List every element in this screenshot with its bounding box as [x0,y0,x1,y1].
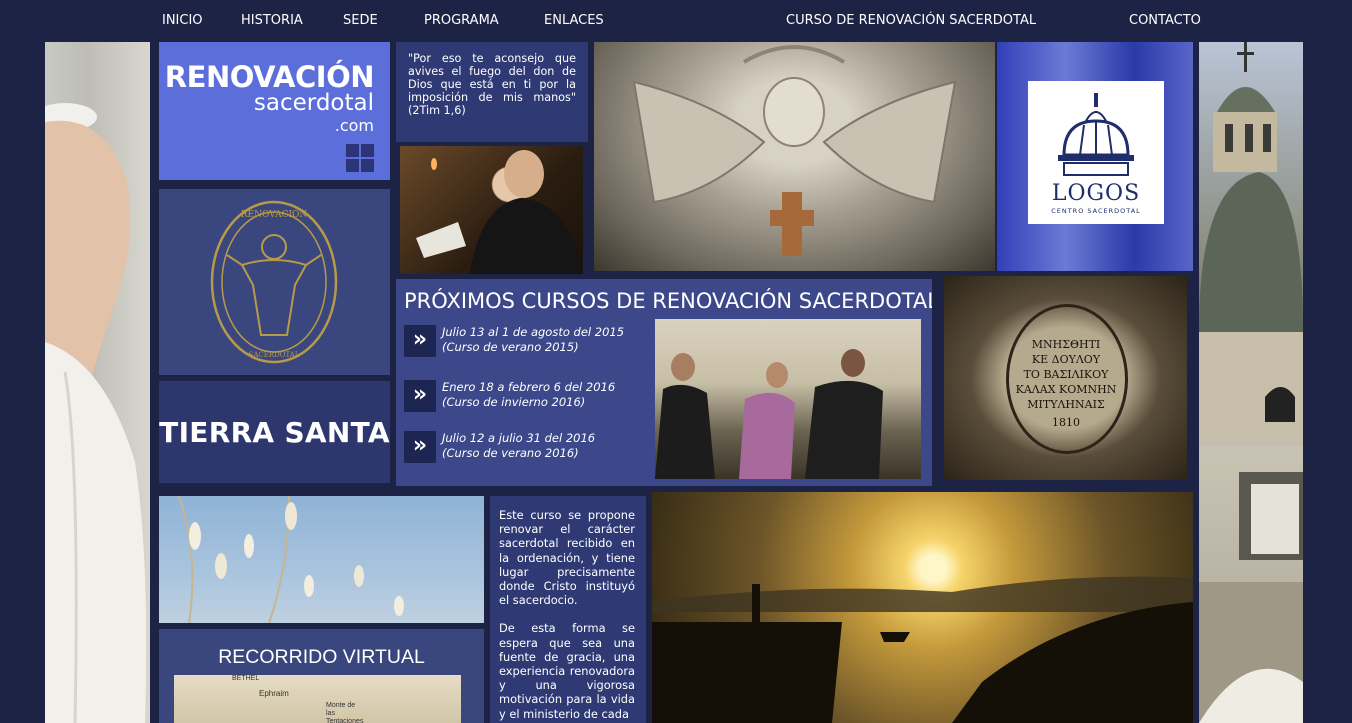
windows-grid-icon [346,144,374,172]
nav-enlaces[interactable]: ENLACES [544,13,604,28]
course-date: Julio 13 al 1 de agosto del 2015 [442,325,625,339]
nav-sede[interactable]: SEDE [343,13,378,28]
inscription-line: ΜΝΗΣΘΗΤΙ [1032,338,1101,351]
chevron-right-icon: » [404,431,436,463]
map-thumbnail[interactable]: BETHEL Ephraim Monte de las Tentaciones [174,675,461,723]
brand-line-2: sacerdotal [253,90,374,116]
course-date: Enero 18 a febrero 6 del 2016 [442,380,616,394]
inscription-line: ΚΕ ΔΟΥΛΟΥ [1032,353,1101,366]
course-note: (Curso de invierno 2016) [442,395,586,409]
cathedral-dome-photo [1199,42,1303,723]
logos-name: LOGOS [1051,181,1141,206]
tierra-santa-tile[interactable]: TIERRA SANTA [159,381,390,483]
pilgrims-at-wall-photo [655,319,921,479]
inscription-line: ΜΙΤΥΛΗΝΑΙΣ [1027,398,1105,411]
inscription-line: 1810 [1052,416,1080,429]
seal-emblem: RENOVACIÓN SACERDOTAL [210,200,338,364]
nav-curso-renovacion[interactable]: CURSO DE RENOVACIÓN SACERDOTAL [786,13,1036,28]
courses-title: PRÓXIMOS CURSOS DE RENOVACIÓN SACERDOTAL… [404,289,932,313]
map-label: Ephraim [259,689,289,698]
map-label: Monte de las Tentaciones [326,702,364,723]
logos-centro-sacerdotal-tile[interactable]: LOGOS CENTRO SACERDOTAL [997,42,1193,271]
top-navigation: INICIO HISTORIA SEDE PROGRAMA ENLACES CU… [0,0,1352,42]
course-date: Julio 12 a julio 31 del 2016 [442,431,596,445]
sea-of-galilee-sunset-photo [652,492,1193,723]
seal-bottom-text: SACERDOTAL [249,351,300,359]
chevron-right-icon: » [404,380,436,412]
stone-inscription-photo: ΜΝΗΣΘΗΤΙ ΚΕ ΔΟΥΛΟΥ ΤΟ ΒΑΣΙΛΙΚΟΥ ΚΑΛΑΧ ΚΟ… [944,276,1187,480]
priest-reading-photo [400,146,583,274]
brand-line-1: RENOVACIÓN [164,60,375,94]
nav-historia[interactable]: HISTORIA [241,13,303,28]
nav-programa[interactable]: PROGRAMA [424,13,499,28]
map-label: BETHEL [232,675,260,682]
description-paragraph-1: Este curso se propone renovar el carácte… [499,508,635,608]
seal-top-text: RENOVACIÓN [241,208,308,220]
inscription-line: ΚΑΛΑΧ ΚΟΜΝΗΝ [1016,383,1117,396]
course-description: Este curso se propone renovar el carácte… [490,496,646,723]
wheat-sky-photo [159,496,484,623]
course-note: (Curso de verano 2015) [442,340,579,354]
renovacion-seal-tile[interactable]: RENOVACIÓN SACERDOTAL [159,189,390,375]
nav-contacto[interactable]: CONTACTO [1129,13,1201,28]
chevron-right-icon: » [404,325,436,357]
course-note: (Curso de verano 2016) [442,446,579,460]
logos-subtitle: CENTRO SACERDOTAL [1051,207,1141,215]
virtual-tour-title: RECORRIDO VIRTUAL [218,646,425,668]
scripture-quote: "Por eso te aconsejo que avives el fuego… [396,42,588,142]
tierra-santa-label: TIERRA SANTA [159,415,390,449]
dome-icon [1058,93,1134,176]
description-paragraph-2: De esta forma se espera que sea una fuen… [499,621,635,721]
site-logo-tile[interactable]: RENOVACIÓN sacerdotal .com [159,42,390,180]
logos-logo: LOGOS CENTRO SACERDOTAL [1028,81,1164,224]
recorrido-virtual-tile[interactable]: RECORRIDO VIRTUAL BETHEL Ephraim Monte d… [159,629,484,723]
nav-inicio[interactable]: INICIO [162,13,203,28]
brand-line-3: .com [334,116,374,135]
inscription-line: ΤΟ ΒΑΣΙΛΙΚΟΥ [1024,368,1110,381]
upcoming-courses-panel: PRÓXIMOS CURSOS DE RENOVACIÓN SACERDOTAL… [396,279,932,486]
angel-carving-photo [594,42,995,271]
pope-photo [45,42,150,723]
